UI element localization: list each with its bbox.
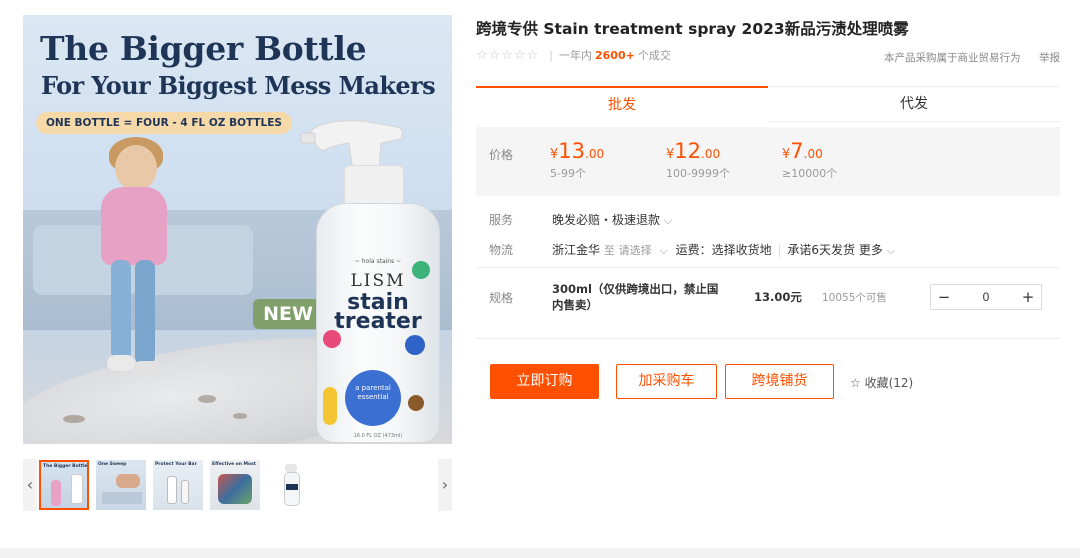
price-decimal: .00: [585, 147, 605, 161]
quantity-input[interactable]: [957, 290, 1015, 304]
price-box: 价格 ¥13.00 5-99个 ¥12.00 100-9999个 ¥7.00 ≥…: [476, 127, 1060, 196]
stain-spot: [233, 413, 247, 419]
quantity-stepper: − +: [930, 284, 1042, 310]
to-label: 至: [603, 244, 615, 257]
report-link[interactable]: 举报: [1039, 50, 1060, 65]
girl-leg: [111, 260, 131, 360]
thumb-next-icon[interactable]: ›: [438, 459, 452, 511]
tier-range: ≥10000个: [782, 167, 838, 180]
thumbnail-5[interactable]: [267, 460, 317, 510]
service-text: 晚发必赔・极速退款: [552, 213, 661, 227]
section-divider: [476, 338, 1060, 339]
price-tier-3: ¥7.00 ≥10000个: [782, 139, 837, 181]
tier-price: ¥7.00: [782, 139, 837, 163]
thumb-caption: One Sweep: [98, 462, 127, 467]
price-integer: 12: [674, 139, 702, 163]
tier-price: ¥12.00: [666, 139, 730, 163]
plus-icon[interactable]: +: [1015, 288, 1041, 306]
sold-count: 2600+: [595, 48, 635, 62]
girl-leg: [135, 260, 155, 365]
order-now-button[interactable]: 立即订购: [490, 364, 599, 399]
banner-title: The Bigger Bottle: [40, 29, 367, 68]
thumb-prev-icon[interactable]: ‹: [23, 459, 37, 511]
girl-shoe: [133, 361, 161, 377]
service-value[interactable]: 晚发必赔・极速退款 ⌵: [552, 211, 672, 228]
purchase-tabs: 批发 代发: [476, 86, 1060, 122]
tier-range: 5-99个: [550, 167, 586, 180]
thumb-caption: Protect Your Bar: [155, 462, 197, 467]
sticker-icon: [323, 330, 341, 348]
girl-jacket: [101, 187, 167, 265]
tier-range: 100-9999个: [666, 167, 730, 180]
more-link[interactable]: 更多: [859, 243, 883, 257]
spec-label: 规格: [489, 291, 514, 305]
girl-head: [115, 145, 157, 191]
sku-name: 300ml（仅供跨境出口，禁止国内售卖）: [552, 282, 719, 312]
stain-spot: [63, 415, 85, 423]
ship-promise: 承诺6天发货: [787, 243, 856, 257]
product-title: 跨境专供 Stain treatment spray 2023新品污渍处理喷雾: [476, 20, 909, 38]
price-tier-1: ¥13.00 5-99个: [550, 139, 604, 181]
star-icon: ☆: [850, 376, 861, 390]
thumbnail-4[interactable]: Effective on Most: [210, 460, 260, 510]
bottle-badge: a parental essential: [345, 370, 401, 426]
price-integer: 7: [790, 139, 804, 163]
stain-spot: [198, 395, 216, 403]
tab-dropship[interactable]: 代发: [768, 86, 1060, 122]
product-page: The Bigger Bottle For Your Biggest Mess …: [0, 0, 1080, 558]
sticker-icon: [412, 261, 430, 279]
favorite-button[interactable]: ☆ 收藏(12): [850, 374, 913, 391]
price-decimal: .00: [701, 147, 721, 161]
chevron-down-icon[interactable]: ⌵: [887, 244, 895, 257]
logistics-label: 物流: [489, 243, 514, 257]
divider: |: [777, 243, 782, 257]
sold-prefix: 一年内: [559, 49, 592, 62]
sku-stock: 10055个可售: [822, 292, 887, 304]
tab-wholesale[interactable]: 批发: [476, 86, 768, 122]
add-to-cart-button[interactable]: 加采购车: [616, 364, 717, 399]
section-divider: [476, 267, 1060, 268]
bottle-product-name: stain treater: [334, 290, 422, 334]
favorite-label: 收藏(12): [864, 376, 914, 390]
price-label: 价格: [489, 148, 514, 162]
girl-shoe: [107, 355, 135, 371]
cross-border-button[interactable]: 跨境铺货: [725, 364, 834, 399]
price-tier-2: ¥12.00 100-9999个: [666, 139, 730, 181]
price-decimal: .00: [803, 147, 823, 161]
thumb-caption: The Bigger Bottle: [43, 464, 88, 469]
sticker-icon: [405, 335, 425, 355]
sku-price: 13.00元: [754, 290, 802, 304]
freight-text: 运费：选择收货地: [675, 243, 772, 257]
footer-strip: [0, 548, 1080, 558]
banner-subtitle: For Your Biggest Mess Makers: [41, 71, 436, 100]
trade-notice: 本产品采购属于商业贸易行为: [884, 52, 1021, 64]
rating-stars-icon: ☆☆☆☆☆: [476, 47, 540, 63]
chevron-down-icon[interactable]: ⌵: [660, 244, 668, 257]
logistics-row: 浙江金华 至 请选择 ⌵ 运费：选择收货地 | 承诺6天发货 更多 ⌵: [552, 241, 895, 258]
service-label: 服务: [489, 213, 514, 227]
thumbnail-2[interactable]: One Sweep: [96, 460, 146, 510]
divider: |: [549, 48, 553, 62]
price-integer: 13: [558, 139, 586, 163]
thumbnail-strip: ‹ The Bigger Bottle One Sweep Protect Yo…: [23, 459, 452, 511]
bottle-volume: 16.0 FL OZ (473ml): [353, 433, 403, 439]
rating-row: ☆☆☆☆☆ | 一年内 2600+ 个成交: [476, 47, 671, 63]
tier-price: ¥13.00: [550, 139, 604, 163]
minus-icon[interactable]: −: [931, 288, 957, 306]
new-badge: NEW: [253, 299, 323, 329]
banner-pill: ONE BOTTLE = FOUR - 4 FL OZ BOTTLES: [36, 112, 292, 134]
sticker-icon: [408, 395, 424, 411]
sticker-icon: [323, 387, 337, 425]
origin-city: 浙江金华: [552, 243, 601, 257]
chevron-down-icon: ⌵: [663, 214, 673, 227]
thumbnail-3[interactable]: Protect Your Bar: [153, 460, 203, 510]
main-product-image[interactable]: The Bigger Bottle For Your Biggest Mess …: [23, 15, 452, 444]
thumb-caption: Effective on Most: [212, 462, 256, 467]
sold-suffix: 个成交: [637, 49, 671, 62]
thumbnail-1[interactable]: The Bigger Bottle: [39, 460, 89, 510]
spray-trigger-icon: [300, 120, 403, 171]
destination-select[interactable]: 请选择: [619, 244, 652, 257]
